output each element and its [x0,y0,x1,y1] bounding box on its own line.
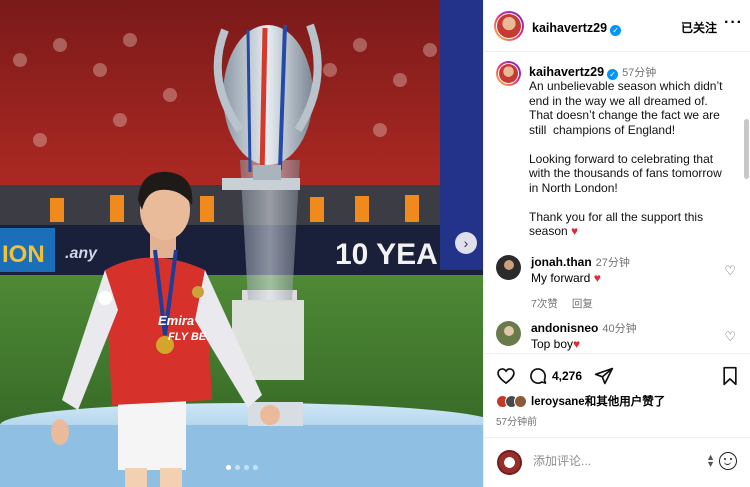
svg-text:FLY BE: FLY BE [168,331,207,343]
author-avatar[interactable] [494,11,524,41]
share-icon[interactable] [594,366,614,386]
liked-by-row: leroysane和其他用户赞了 [496,393,665,409]
bookmark-icon[interactable] [721,366,739,391]
heart-emoji-icon: ♥ [593,271,601,285]
action-icons-row: 4,276 [496,366,614,386]
comment-text-row: Top boy♥ [531,337,736,352]
comment-meta: 7次赞 回复 [531,296,736,311]
comment-like-icon[interactable]: ♡ [724,329,736,345]
comment-text: Top boy [531,337,574,351]
post-actions: 4,276 leroysane和其他用户赞了 57分钟前 [484,353,750,437]
liker-avatar [514,394,527,408]
comment-text: My forward [531,271,594,285]
photo-image: ION .any 10 YEA Emira FLY BE [0,0,483,487]
comment-author-row: jonah.than 27分钟 [531,255,736,271]
svg-text:ION: ION [2,241,45,268]
caption-body: An unbelievable season which didn’t end … [529,79,723,238]
sort-arrows-icon[interactable]: ▲ ▼ [706,453,715,469]
comment-text-row: My forward ♥ [531,271,736,286]
liked-by-suffix: 和其他用户赞了 [584,396,666,408]
post-photo[interactable]: ION .any 10 YEA Emira FLY BE › [0,0,483,487]
svg-text:10 YEA: 10 YEA [335,238,438,271]
like-icon[interactable] [496,366,516,386]
carousel-indicator [0,465,483,470]
svg-text:.any: .any [65,245,98,262]
comment-count: 4,276 [552,369,583,383]
svg-text:Emira: Emira [158,313,194,328]
comments-scrollbar[interactable] [744,119,749,179]
caption-text: An unbelievable season which didn’t end … [529,79,734,239]
heart-emoji-icon: ♥ [573,337,581,351]
carousel-dot [225,465,231,470]
caption-avatar[interactable] [496,61,521,86]
commenter-avatar[interactable] [496,321,521,346]
comment-time: 40分钟 [602,323,637,335]
comment-likes-count[interactable]: 7次赞 [531,296,558,311]
add-comment-bar: ▲▼ [484,437,750,487]
emoji-icon[interactable] [719,452,737,470]
liked-by-username[interactable]: leroysane [531,396,585,408]
comment-time: 27分钟 [595,257,630,269]
heart-emoji-icon: ♥ [571,224,579,238]
add-comment-input[interactable] [533,454,693,468]
comment-like-icon[interactable]: ♡ [724,263,736,279]
carousel-next-button[interactable]: › [455,232,477,254]
commenter-avatar[interactable] [496,255,521,280]
liked-by-text[interactable]: leroysane和其他用户赞了 [531,393,665,409]
author-username[interactable]: kaihavertz29 [532,21,607,35]
carousel-dot [243,465,249,470]
carousel-dot [252,465,258,470]
comment-username[interactable]: andonisneo [531,321,598,335]
caption-author-row: kaihavertz29 ✓ 57分钟 [529,61,734,81]
post-side-panel: kaihavertz29 ✓ 已关注 ··· kaihavertz29 ✓ 57分钟 … [483,0,750,487]
comment-item: jonah.than 27分钟 My forward ♥ 7次赞 回复 ♡ [496,255,736,311]
post-header: kaihavertz29 ✓ 已关注 ··· [484,0,750,52]
author-name-row: kaihavertz29 ✓ [532,19,622,37]
post-caption: kaihavertz29 ✓ 57分钟 An unbelievable season… [496,61,734,239]
comment-icon[interactable] [528,366,548,386]
verified-icon: ✓ [610,25,622,36]
carousel-dot [234,465,240,470]
comments-section[interactable]: kaihavertz29 ✓ 57分钟 An unbelievable season… [484,53,750,353]
reply-button[interactable]: 回复 [572,296,593,311]
current-user-avatar [497,450,522,475]
post-timestamp: 57分钟前 [496,417,538,428]
caption-time: 57分钟 [622,67,657,79]
following-button[interactable]: 已关注 [681,19,717,36]
caption-username[interactable]: kaihavertz29 [529,65,604,79]
more-options-icon[interactable]: ··· [724,14,743,32]
comment-item: andonisneo 40分钟 Top boy♥ ♡ [496,321,736,352]
comment-author-row: andonisneo 40分钟 [531,321,736,337]
comment-username[interactable]: jonah.than [531,255,592,269]
